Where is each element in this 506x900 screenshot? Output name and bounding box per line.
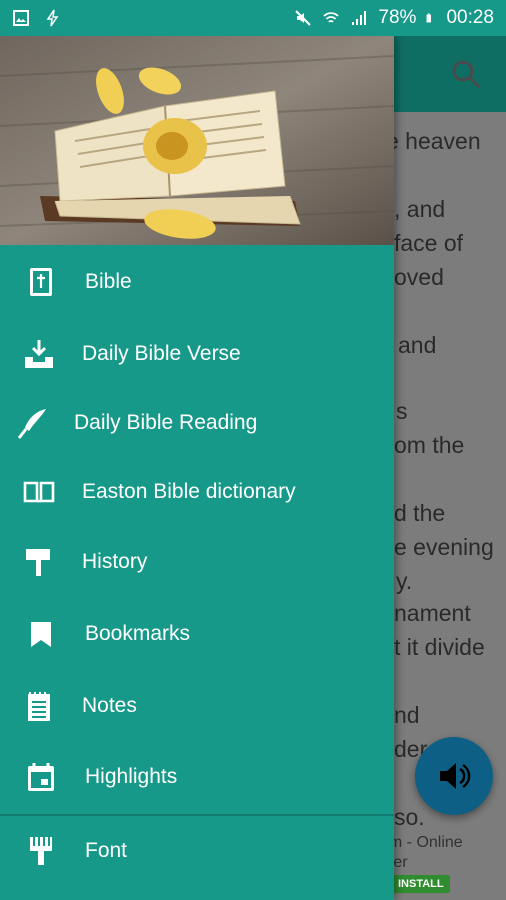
bookmark-icon: [31, 622, 51, 647]
scripture-line: s: [396, 398, 408, 424]
ad-install-button[interactable]: INSTALL: [392, 875, 450, 893]
paint-roller-icon: [26, 549, 50, 576]
scripture-line: y.: [396, 568, 413, 594]
scripture-line: nament: [394, 600, 471, 626]
scripture-line: om the: [394, 432, 465, 458]
audio-play-button[interactable]: [415, 737, 493, 815]
drawer-item-daily-bible-verse[interactable]: Daily Bible Verse: [0, 319, 394, 389]
scripture-line: e evening: [394, 534, 494, 560]
scripture-line: , and: [394, 196, 446, 222]
scripture-line: and: [398, 332, 437, 358]
search-icon[interactable]: [450, 58, 482, 90]
drawer-item-font[interactable]: Font: [0, 816, 394, 886]
drawer-item-label: Daily Bible Verse: [82, 342, 241, 365]
scripture-line: e heaven: [386, 128, 481, 154]
scripture-line: face of: [394, 230, 464, 256]
drawer-header-image: [0, 36, 394, 245]
mute-icon: [295, 10, 312, 26]
open-book-with-flower-illustration: [0, 36, 394, 245]
wifi-icon: [323, 12, 340, 23]
scripture-line: t it divide: [394, 634, 485, 660]
drawer-item-label: Easton Bible dictionary: [82, 480, 296, 503]
signal-icon: [352, 11, 367, 25]
drawer-item-label: Highlights: [85, 765, 178, 788]
drawer-item-label: Bookmarks: [85, 622, 191, 645]
calendar-icon: [28, 763, 54, 791]
status-bar: 78% 00:28: [0, 0, 506, 36]
download-tray-icon: [25, 340, 53, 368]
quill-icon: [17, 409, 46, 439]
scripture-line: so.: [394, 804, 425, 830]
charging-bolt-icon: [46, 9, 59, 27]
notepad-icon: [28, 692, 50, 721]
open-book-icon: [23, 481, 55, 503]
drawer-item-bible[interactable]: Bible: [0, 247, 394, 317]
drawer-item-label: Notes: [82, 694, 137, 717]
scripture-line: oved: [394, 264, 444, 290]
scripture-line: nd: [394, 702, 420, 728]
drawer-item-history[interactable]: History: [0, 527, 394, 597]
drawer-item-label: Bible: [85, 270, 132, 293]
drawer-item-notes[interactable]: Notes: [0, 671, 394, 741]
gallery-notification-icon: [13, 10, 29, 26]
book-icon: [30, 268, 52, 296]
clock: 00:28: [446, 7, 494, 28]
drawer-item-label: Font: [85, 839, 128, 862]
speaker-icon: [440, 763, 471, 789]
brush-icon: [30, 837, 52, 865]
scripture-line: d the: [394, 500, 446, 526]
battery-percentage: 78%: [378, 7, 417, 28]
drawer-item-label: History: [82, 550, 148, 573]
navigation-drawer: Bible Daily Bible Verse Daily Bible Read…: [0, 36, 394, 900]
drawer-item-easton-bible-dictionary[interactable]: Easton Bible dictionary: [0, 457, 394, 527]
drawer-item-daily-bible-reading[interactable]: Daily Bible Reading: [0, 388, 394, 458]
drawer-item-bookmarks[interactable]: Bookmarks: [0, 599, 394, 669]
battery-icon: [427, 13, 432, 23]
drawer-item-label: Daily Bible Reading: [74, 411, 258, 434]
drawer-item-highlights[interactable]: Highlights: [0, 742, 394, 812]
